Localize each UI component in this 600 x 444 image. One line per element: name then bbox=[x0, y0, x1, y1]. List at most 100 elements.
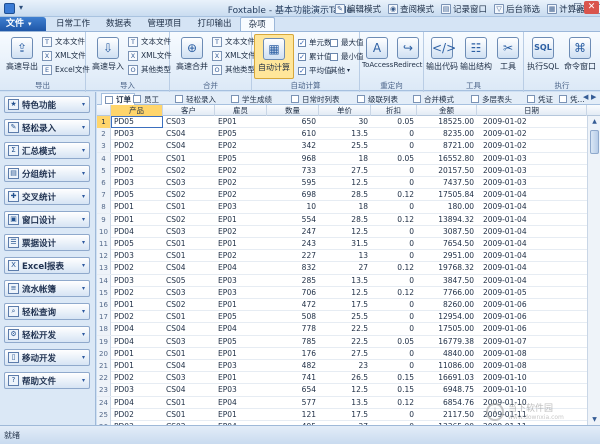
cell-product[interactable]: PD01 bbox=[111, 153, 163, 165]
row-number[interactable]: 7 bbox=[97, 189, 111, 202]
row-number[interactable]: 14 bbox=[97, 274, 111, 287]
cell-quantity[interactable]: 650 bbox=[267, 116, 319, 128]
cell-discount[interactable]: 0 bbox=[371, 311, 417, 323]
import-other-type-button[interactable]: O 其他类型 bbox=[128, 64, 171, 75]
row-number[interactable]: 17 bbox=[97, 311, 111, 324]
cell-discount[interactable]: 0 bbox=[371, 250, 417, 262]
cell-employee[interactable]: EP04 bbox=[215, 262, 267, 274]
cell-unit-price[interactable]: 18 bbox=[319, 201, 371, 213]
cell-discount[interactable]: 0 bbox=[371, 409, 417, 421]
cell-quantity[interactable]: 610 bbox=[267, 128, 319, 140]
cell-date[interactable]: 2009-01-04 bbox=[477, 214, 587, 226]
cell-amount[interactable]: 13894.32 bbox=[417, 214, 477, 226]
row-number[interactable]: 3 bbox=[97, 140, 111, 153]
row-number[interactable]: 1 bbox=[97, 116, 111, 128]
file-menu-button[interactable]: 文件 ▾ bbox=[0, 17, 46, 31]
cell-discount[interactable]: 0.05 bbox=[371, 336, 417, 348]
cell-amount[interactable]: 8260.00 bbox=[417, 299, 477, 311]
row-number[interactable]: 12 bbox=[97, 250, 111, 263]
cell-product[interactable]: PD02 bbox=[111, 372, 163, 384]
cell-product[interactable]: PD02 bbox=[111, 165, 163, 177]
cell-customer[interactable]: CS04 bbox=[163, 128, 215, 140]
cell-date[interactable]: 2009-01-04 bbox=[477, 226, 587, 238]
cell-unit-price[interactable]: 22.5 bbox=[319, 323, 371, 335]
cell-quantity[interactable]: 482 bbox=[267, 360, 319, 372]
cell-product[interactable]: PD01 bbox=[111, 214, 163, 226]
table-row[interactable]: 9 PD01 CS02 EP01 554 28.5 0.12 13894.32 2009-01-… bbox=[97, 213, 600, 226]
export-excel-file-button[interactable]: E Excel文件 bbox=[42, 64, 90, 75]
cell-amount[interactable]: 4840.00 bbox=[417, 348, 477, 360]
cell-quantity[interactable]: 342 bbox=[267, 140, 319, 152]
output-code-button[interactable]: </> 输出代码 bbox=[426, 34, 458, 79]
cell-unit-price[interactable]: 13.5 bbox=[319, 275, 371, 287]
cell-date[interactable]: 2009-01-07 bbox=[477, 336, 587, 348]
cell-discount[interactable]: 0 bbox=[371, 360, 417, 372]
cell-employee[interactable]: EP05 bbox=[215, 311, 267, 323]
cell-quantity[interactable]: 968 bbox=[267, 153, 319, 165]
cell-quantity[interactable]: 176 bbox=[267, 348, 319, 360]
table-row[interactable]: 14 PD03 CS05 EP03 285 13.5 0 3847.50 2009-01-04 bbox=[97, 274, 600, 287]
cell-unit-price[interactable]: 28.5 bbox=[319, 214, 371, 226]
cell-amount[interactable]: 7654.50 bbox=[417, 238, 477, 250]
link-record-window[interactable]: ▤ 记录窗口 bbox=[441, 3, 487, 15]
table-row[interactable]: 21 PD01 CS04 EP03 482 23 0 11086.00 2009-01-08 bbox=[97, 360, 600, 373]
cell-amount[interactable]: 7437.50 bbox=[417, 177, 477, 189]
row-number[interactable]: 9 bbox=[97, 213, 111, 226]
cell-unit-price[interactable]: 13.5 bbox=[319, 128, 371, 140]
other-dropdown[interactable]: 其他 ▾ bbox=[330, 65, 350, 76]
cell-customer[interactable]: CS01 bbox=[163, 348, 215, 360]
cell-employee[interactable]: EP01 bbox=[215, 372, 267, 384]
cell-customer[interactable]: CS03 bbox=[163, 372, 215, 384]
cell-date[interactable]: 2009-01-04 bbox=[477, 275, 587, 287]
sheet-tab-cascade-list[interactable]: 级联列表 bbox=[357, 93, 398, 105]
nav-summary-mode[interactable]: Σ 汇总模式 ▾ bbox=[4, 142, 90, 159]
cell-employee[interactable]: EP01 bbox=[215, 116, 267, 128]
cell-discount[interactable]: 0 bbox=[371, 226, 417, 238]
cell-discount[interactable]: 0 bbox=[371, 299, 417, 311]
merge-xml-file-button[interactable]: X XML文件 bbox=[212, 50, 256, 61]
sheet-tab-orders[interactable]: 订单 bbox=[101, 93, 135, 105]
cell-product[interactable]: PD02 bbox=[111, 409, 163, 421]
cell-quantity[interactable]: 741 bbox=[267, 372, 319, 384]
cell-product[interactable]: PD04 bbox=[111, 323, 163, 335]
cell-customer[interactable]: CS04 bbox=[163, 384, 215, 396]
cell-employee[interactable]: EP02 bbox=[215, 165, 267, 177]
cell-quantity[interactable]: 508 bbox=[267, 311, 319, 323]
high-speed-merge-button[interactable]: ⊕ 高速合并 bbox=[172, 34, 212, 79]
maximize-button[interactable]: □ bbox=[570, 1, 585, 14]
cell-discount[interactable]: 0 bbox=[371, 348, 417, 360]
scrollbar-thumb[interactable] bbox=[590, 130, 599, 154]
cell-product[interactable]: PD03 bbox=[111, 384, 163, 396]
cell-date[interactable]: 2009-01-04 bbox=[477, 262, 587, 274]
cell-customer[interactable]: CS01 bbox=[163, 397, 215, 409]
cell-product[interactable]: PD01 bbox=[111, 201, 163, 213]
cell-discount[interactable]: 0 bbox=[371, 323, 417, 335]
nav-easy-entry[interactable]: ✎ 轻松录入 ▾ bbox=[4, 119, 90, 136]
cell-customer[interactable]: CS04 bbox=[163, 323, 215, 335]
export-text-file-button[interactable]: T 文本文件 bbox=[42, 36, 85, 47]
cell-product[interactable]: PD03 bbox=[111, 275, 163, 287]
cell-date[interactable]: 2009-01-02 bbox=[477, 140, 587, 152]
cell-product[interactable]: PD01 bbox=[111, 360, 163, 372]
cell-customer[interactable]: CS04 bbox=[163, 360, 215, 372]
cell-discount[interactable]: 0 bbox=[371, 140, 417, 152]
cell-date[interactable]: 2009-01-05 bbox=[477, 287, 587, 299]
row-number[interactable]: 23 bbox=[97, 384, 111, 397]
cell-quantity[interactable]: 733 bbox=[267, 165, 319, 177]
col-header-quantity[interactable]: 数量 bbox=[267, 105, 319, 116]
high-speed-export-button[interactable]: ⇪ 高速导出 bbox=[2, 34, 42, 79]
cell-amount[interactable]: 2117.50 bbox=[417, 409, 477, 421]
cell-employee[interactable]: EP02 bbox=[215, 226, 267, 238]
cell-quantity[interactable]: 285 bbox=[267, 275, 319, 287]
row-number[interactable]: 11 bbox=[97, 238, 111, 250]
table-row[interactable]: 22 PD02 CS03 EP01 741 26.5 0.15 16691.03 2009-01… bbox=[97, 372, 600, 385]
cell-product[interactable]: PD05 bbox=[111, 189, 163, 201]
check-cell-count[interactable]: ✓ 单元数 bbox=[298, 37, 332, 48]
cell-discount[interactable]: 0.12 bbox=[371, 287, 417, 299]
sheet-tab-easy-entry[interactable]: 轻松录入 bbox=[175, 93, 216, 105]
cell-amount[interactable]: 20157.50 bbox=[417, 165, 477, 177]
check-max-value[interactable]: 最大值 bbox=[330, 37, 364, 48]
col-header-date[interactable]: 日期 bbox=[477, 105, 587, 116]
nav-cross-stats[interactable]: ✚ 交叉统计 ▾ bbox=[4, 188, 90, 205]
cell-customer[interactable]: CS04 bbox=[163, 262, 215, 274]
